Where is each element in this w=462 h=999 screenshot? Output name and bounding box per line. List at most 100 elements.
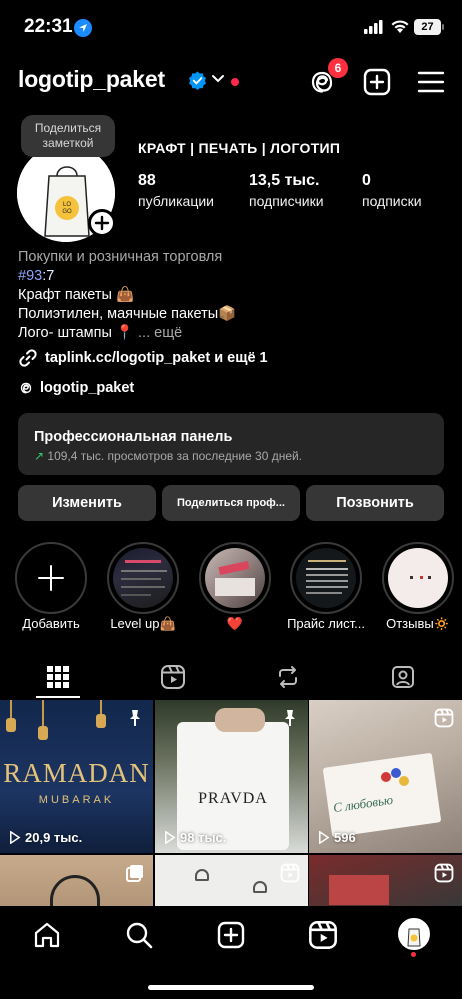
verified-badge-icon xyxy=(189,71,206,90)
post-thumbnail[interactable] xyxy=(0,855,153,910)
svg-text:LO: LO xyxy=(63,202,71,208)
posts-label: публикации xyxy=(138,193,214,209)
tab-reels[interactable] xyxy=(115,655,230,699)
post-overlay-title: PRAVDA xyxy=(198,790,268,807)
bio-hashtag-rest: :7 xyxy=(42,268,55,284)
hamburger-menu-icon[interactable] xyxy=(415,66,447,98)
tab-tagged[interactable] xyxy=(345,655,460,699)
following-stat[interactable]: 0 подписки xyxy=(362,172,422,209)
tab-reposts[interactable] xyxy=(230,655,345,699)
highlight-label: Добавить xyxy=(22,616,80,631)
reels-icon xyxy=(434,863,454,883)
account-alert-dot xyxy=(231,78,239,86)
followers-stat[interactable]: 13,5 тыс. подписчики xyxy=(249,172,324,209)
bio-line-1: Крафт пакеты 👜 xyxy=(18,287,135,303)
profile-name-line: КРАФТ | ПЕЧАТЬ | ЛОГОТИП xyxy=(138,140,341,156)
profile-tabs xyxy=(0,655,462,699)
highlight-label: ❤️ xyxy=(226,616,244,631)
tab-grid[interactable] xyxy=(0,655,115,699)
reels-icon xyxy=(280,863,300,883)
reels-icon xyxy=(160,665,185,689)
post-overlay-title: RAMADAN xyxy=(3,758,150,788)
post-thumbnail[interactable]: PRAVDA 98 тыс. xyxy=(155,700,308,853)
edit-profile-button[interactable]: Изменить xyxy=(18,485,156,521)
highlight-add[interactable]: Добавить xyxy=(15,542,87,631)
home-icon[interactable] xyxy=(32,920,62,950)
share-profile-button[interactable]: Поделиться проф... xyxy=(162,485,300,521)
tagged-icon xyxy=(391,666,414,688)
create-icon[interactable] xyxy=(216,920,246,950)
grid-icon xyxy=(46,666,69,688)
highlight-level-up[interactable]: Level up👜 xyxy=(107,542,179,631)
chevron-down-icon[interactable] xyxy=(211,74,225,84)
carousel-icon xyxy=(126,865,143,882)
search-icon[interactable] xyxy=(124,920,154,950)
plus-icon xyxy=(94,215,110,231)
highlight-label: Level up👜 xyxy=(110,616,176,631)
threads-username: logotip_paket xyxy=(40,380,135,396)
avatar-bag-image xyxy=(407,928,421,947)
profile-alert-dot xyxy=(411,952,416,957)
plus-icon xyxy=(38,565,64,591)
pin-icon xyxy=(130,710,140,726)
bio-more-link[interactable]: ... ещё xyxy=(138,325,182,341)
notification-badge: 6 xyxy=(328,58,348,78)
followers-label: подписчики xyxy=(249,193,324,209)
threads-profile-link[interactable]: logotip_paket xyxy=(18,380,134,396)
posts-stat[interactable]: 88 публикации xyxy=(138,172,214,209)
followers-count: 13,5 тыс. xyxy=(249,172,320,189)
following-label: подписки xyxy=(362,193,422,209)
reels-icon xyxy=(434,708,454,728)
threads-small-icon xyxy=(20,382,32,394)
highlight-heart[interactable]: ❤️ xyxy=(199,542,271,631)
following-count: 0 xyxy=(362,172,371,189)
location-icon xyxy=(74,19,92,37)
status-time: 22:31 xyxy=(24,16,73,37)
dashboard-subtitle: 109,4 тыс. просмотров за последние 30 дн… xyxy=(47,449,303,463)
highlight-price-list[interactable]: Прайс лист... xyxy=(287,542,365,631)
post-views-count: 596 xyxy=(334,830,356,845)
trend-up-icon: ↗ xyxy=(34,449,45,463)
bio-hashtag[interactable]: #93 xyxy=(18,268,42,284)
post-thumbnail[interactable] xyxy=(309,855,462,910)
profile-link-text: taplink.cc/logotip_paket и ещё 1 xyxy=(45,350,268,366)
post-views: 596 xyxy=(317,830,356,845)
dashboard-title: Профессиональная панель xyxy=(34,429,233,445)
profile-link[interactable]: taplink.cc/logotip_paket и ещё 1 xyxy=(18,348,268,368)
reels-nav-icon[interactable] xyxy=(308,920,338,950)
profile-header: logotip_paket 6 xyxy=(0,58,462,102)
call-button[interactable]: Позвонить xyxy=(306,485,444,521)
post-views-count: 98 тыс. xyxy=(180,830,227,845)
status-bar: 22:31 27 xyxy=(0,0,462,56)
pin-icon xyxy=(285,710,295,726)
post-views: 20,9 тыс. xyxy=(8,830,82,845)
home-indicator xyxy=(148,985,314,990)
play-icon xyxy=(319,831,330,844)
battery-tip xyxy=(442,24,444,30)
bio-line-3: Лого- штампы 📍 xyxy=(18,325,134,341)
share-note-bubble[interactable]: Поделиться заметкой xyxy=(21,115,115,157)
post-overlay-subtitle: MUBARAK xyxy=(38,794,115,806)
bio-category: Покупки и розничная торговля xyxy=(18,249,223,265)
link-icon xyxy=(19,349,37,367)
posts-count: 88 xyxy=(138,172,156,189)
cellular-signal-icon xyxy=(364,20,383,34)
active-tab-indicator xyxy=(36,696,80,698)
post-views: 98 тыс. xyxy=(163,830,226,845)
username-switcher[interactable]: logotip_paket xyxy=(18,66,165,93)
wifi-icon xyxy=(391,20,409,33)
profile-nav-avatar[interactable] xyxy=(398,918,430,950)
post-thumbnail[interactable] xyxy=(155,855,308,910)
post-thumbnail[interactable]: RAMADAN MUBARAK 20,9 тыс. xyxy=(0,700,153,853)
post-thumbnail[interactable]: С любовью 596 xyxy=(309,700,462,853)
highlight-label: Отзывы🔅 xyxy=(386,616,450,631)
highlight-reviews[interactable]: Отзывы🔅 xyxy=(382,542,454,631)
profile-bio: Покупки и розничная торговля #93:7 Крафт… xyxy=(18,248,236,343)
repost-icon xyxy=(278,666,297,688)
create-post-icon[interactable] xyxy=(361,66,393,98)
add-story-button[interactable] xyxy=(88,209,116,237)
play-icon xyxy=(165,831,176,844)
professional-dashboard[interactable]: Профессиональная панель ↗ 109,4 тыс. про… xyxy=(18,413,444,475)
play-icon xyxy=(10,831,21,844)
posts-grid: RAMADAN MUBARAK 20,9 тыс. PRAVDA 98 тыс.… xyxy=(0,700,462,910)
